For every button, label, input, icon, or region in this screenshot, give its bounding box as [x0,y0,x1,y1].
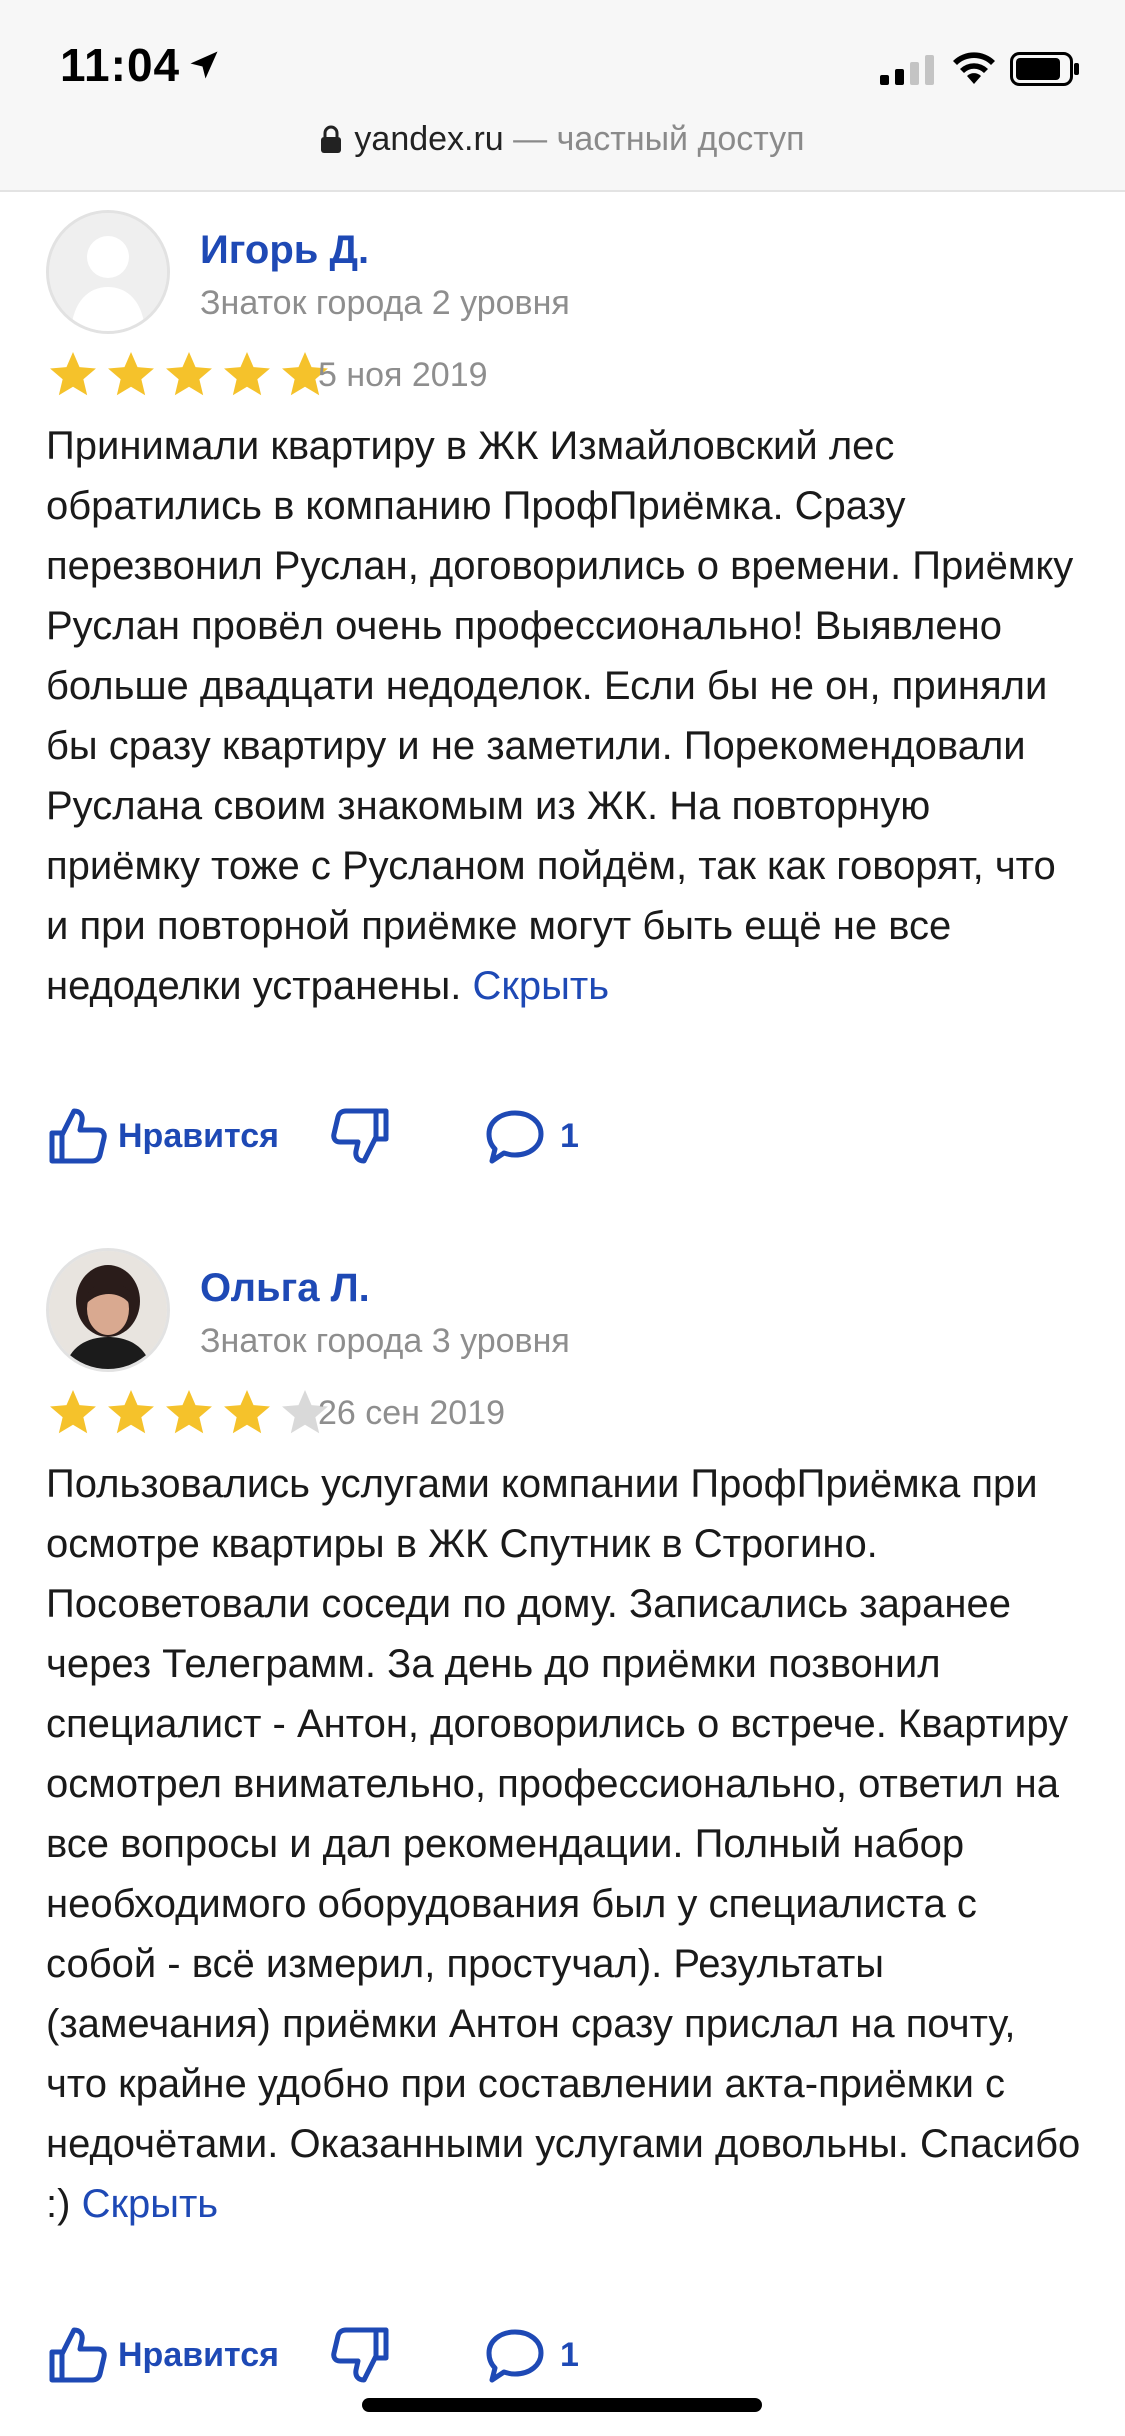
avatar-photo[interactable] [46,1248,170,1372]
url-domain: yandex.ru [354,120,504,158]
comment-count: 1 [560,2335,579,2374]
star-filled-icon [108,1390,154,1434]
wifi-icon [953,52,995,84]
thumbs-down-icon [331,1108,389,1164]
star-filled-icon [50,352,96,396]
browser-header: 11:04 yandex.ru — частный доступ [0,0,1125,192]
comment-count: 1 [560,1116,579,1155]
hide-link[interactable]: Скрыть [473,964,610,1008]
review-body: Пользовались услугами компании ПрофПриём… [46,1462,1081,2226]
comments-button[interactable]: 1 [484,2324,579,2386]
review-actions: Нравится 1 [46,2324,1086,2394]
like-label: Нравится [118,2335,279,2374]
lock-icon [321,125,342,153]
star-filled-icon [224,1390,270,1434]
battery-icon [1010,52,1079,86]
rating-stars [46,348,332,402]
user-silhouette-icon [49,213,167,331]
like-button[interactable]: Нравится [46,2324,279,2386]
location-arrow-icon [190,51,218,79]
dislike-button[interactable] [330,2324,392,2386]
author-level: Знаток города 3 уровня [200,1322,570,1360]
like-button[interactable]: Нравится [46,1105,279,1167]
rating-stars [46,1386,332,1440]
comments-button[interactable]: 1 [484,1105,579,1167]
like-label: Нравится [118,1116,279,1155]
comment-bubble-icon [486,1110,544,1164]
thumbs-down-icon [331,2327,389,2383]
home-indicator[interactable] [362,2398,762,2412]
address-bar[interactable]: yandex.ru — частный доступ [0,120,1125,159]
author-name[interactable]: Игорь Д. [200,228,369,273]
thumbs-up-icon [49,2327,107,2383]
review-text: Пользовались услугами компании ПрофПриём… [46,1454,1086,2234]
hide-link[interactable]: Скрыть [82,2182,219,2226]
star-filled-icon [224,352,270,396]
avatar-placeholder[interactable] [46,210,170,334]
dislike-button[interactable] [330,1105,392,1167]
star-filled-icon [108,352,154,396]
status-time: 11:04 [60,39,181,91]
author-name[interactable]: Ольга Л. [200,1266,370,1311]
review-date: 5 ноя 2019 [318,356,488,394]
review-date: 26 сен 2019 [318,1394,506,1432]
private-access-label: — частный доступ [503,120,805,158]
author-level: Знаток города 2 уровня [200,284,570,322]
star-filled-icon [166,352,212,396]
star-filled-icon [166,1390,212,1434]
cellular-signal-icon [880,55,934,85]
star-filled-icon [50,1390,96,1434]
user-photo-icon [49,1251,167,1369]
thumbs-up-icon [49,1108,107,1164]
review-body: Принимали квартиру в ЖК Измайловский лес… [46,424,1074,1008]
review-actions: Нравится 1 [46,1105,1086,1175]
comment-bubble-icon [486,2329,544,2383]
review-text: Принимали квартиру в ЖК Измайловский лес… [46,416,1086,1016]
